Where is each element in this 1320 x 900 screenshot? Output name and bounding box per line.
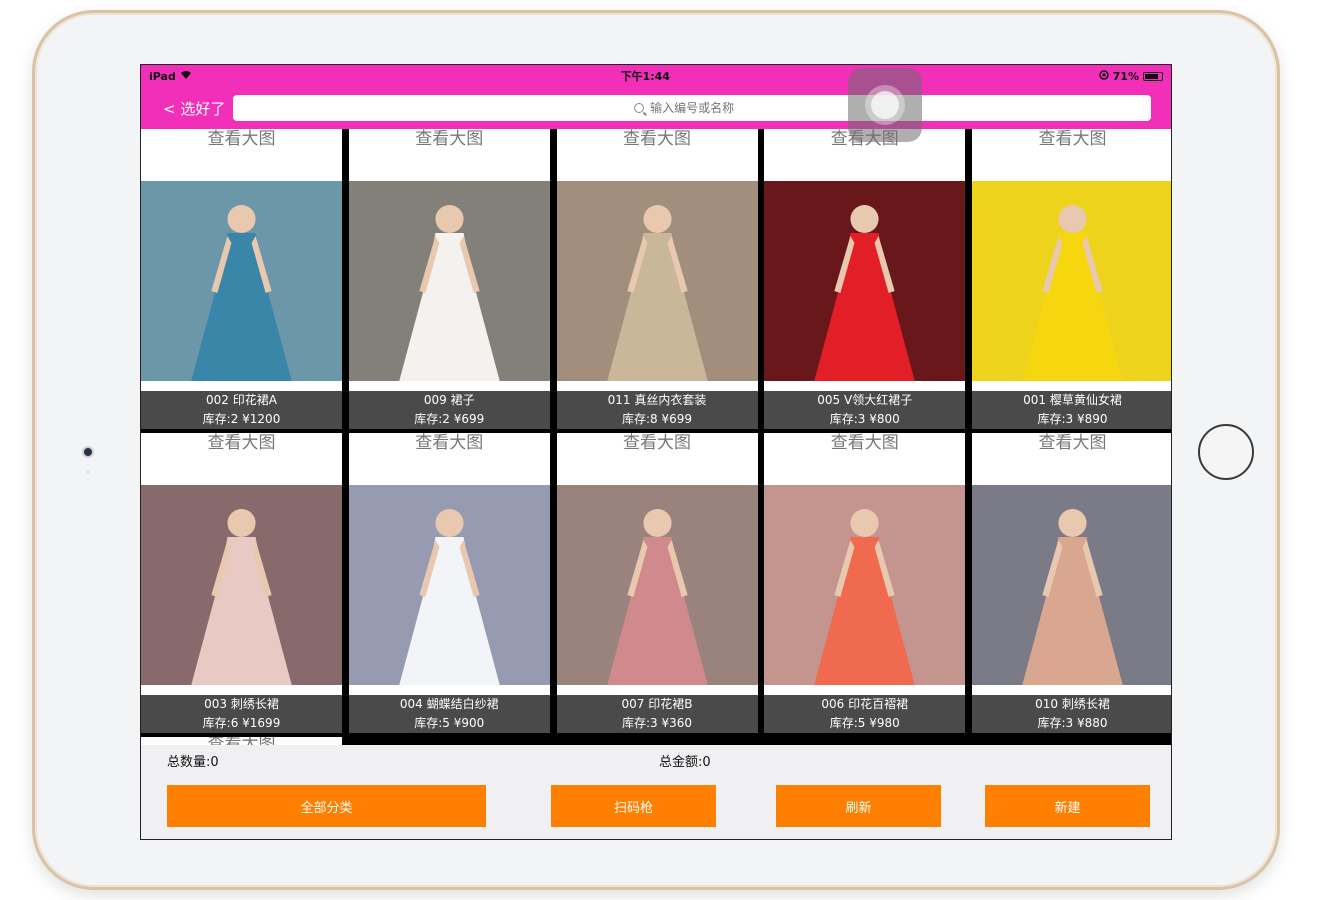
refresh-button[interactable]: 刷新 xyxy=(776,785,941,827)
product-stock-price: 库存:2 ¥699 xyxy=(414,412,485,426)
product-title: 009 裙子 xyxy=(423,393,475,407)
view-large-image-link[interactable]: 查看大图 xyxy=(557,129,758,181)
product-stock-price: 库存:6 ¥1699 xyxy=(202,716,281,730)
view-large-image-link[interactable]: 查看大图 xyxy=(972,433,1171,485)
product-stock-price: 库存:3 ¥800 xyxy=(829,412,900,426)
product-title: 002 印花裙A xyxy=(206,393,277,407)
battery-icon xyxy=(1143,71,1163,81)
all-categories-button[interactable]: 全部分类 xyxy=(167,785,486,827)
product-image[interactable] xyxy=(556,485,758,685)
product-title: 004 蝴蝶结白纱裙 xyxy=(399,697,499,711)
product-image[interactable] xyxy=(556,181,758,381)
search-box[interactable] xyxy=(233,95,1151,121)
product-stock-price: 库存:5 ¥900 xyxy=(414,716,485,730)
front-camera xyxy=(82,446,94,458)
back-button[interactable]: < 选好了 xyxy=(163,98,225,119)
battery-percent: 71% xyxy=(1112,69,1139,83)
scanner-button[interactable]: 扫码枪 xyxy=(551,785,716,827)
product-info: 007 印花裙B 库存:3 ¥360 xyxy=(556,695,758,733)
camera-sensor xyxy=(86,470,90,474)
product-info: 011 真丝内衣套装 库存:8 ¥699 xyxy=(556,391,758,429)
new-button[interactable]: 新建 xyxy=(985,785,1150,827)
product-card[interactable]: 查看大图005 V领大红裙子库存:3 ¥800 xyxy=(764,129,966,429)
search-icon xyxy=(634,103,645,113)
product-stock-price: 库存:8 ¥699 xyxy=(621,412,693,426)
product-image[interactable] xyxy=(764,181,966,381)
product-info: 005 V领大红裙子 库存:3 ¥800 xyxy=(764,391,966,429)
product-image[interactable] xyxy=(141,485,342,685)
product-image[interactable] xyxy=(972,485,1171,685)
product-title: 010 刺绣长裙 xyxy=(1035,697,1110,711)
view-large-image-link[interactable]: 查看大图 xyxy=(557,433,758,485)
device-label: iPad xyxy=(149,69,176,83)
nav-bar: < 选好了 xyxy=(141,87,1171,129)
product-info: 004 蝴蝶结白纱裙 库存:5 ¥900 xyxy=(348,695,550,733)
product-grid: 查看大图 002 印花裙A 库存:2 ¥1200 查看大图 009 裙子 库存:2 ¥69… xyxy=(141,129,1171,745)
product-card[interactable]: 查看大图 011 真丝内衣套装 库存:8 ¥699 xyxy=(556,129,758,429)
product-image[interactable] xyxy=(972,181,1171,381)
status-bar: iPad 下午1:44 71% xyxy=(141,65,1171,87)
assistive-touch-button[interactable] xyxy=(848,68,922,142)
product-stock-price: 库存:3 ¥360 xyxy=(621,716,693,730)
product-stock-price: 库存:3 ¥880 xyxy=(1037,716,1108,730)
search-input[interactable] xyxy=(650,101,751,115)
product-image[interactable] xyxy=(348,485,550,685)
product-title: 011 真丝内衣套装 xyxy=(607,393,707,407)
product-title: 005 V领大红裙子 xyxy=(817,393,913,407)
product-info: 003 刺绣长裙 库存:6 ¥1699 xyxy=(141,695,342,733)
product-title: 006 印花百褶裙 xyxy=(821,697,909,711)
product-card[interactable]: 查看大图 010 刺绣长裙 库存:3 ¥880 xyxy=(972,433,1171,733)
product-image[interactable] xyxy=(764,485,966,685)
view-large-image-link[interactable]: 查看大图 xyxy=(349,129,550,181)
footer: 总数量:0 总金额:0 全部分类 扫码枪 刷新 新建 xyxy=(141,745,1171,839)
product-card[interactable]: 查看大图 006 印花百褶裙 库存:5 ¥980 xyxy=(764,433,966,733)
view-large-image-link[interactable]: 查看大图 xyxy=(972,129,1171,181)
screen: iPad 下午1:44 71% < 选好了 查看大图 002 印花裙A 库存:2 ¥… xyxy=(140,64,1172,840)
product-image[interactable] xyxy=(141,181,342,381)
view-large-image-link[interactable]: 查看大图 xyxy=(764,433,965,485)
total-amount: 总金额:0 xyxy=(659,755,711,770)
product-card[interactable]: 查看大图 004 蝴蝶结白纱裙 库存:5 ¥900 xyxy=(348,433,550,733)
product-info: 002 印花裙A 库存:2 ¥1200 xyxy=(141,391,342,429)
product-card[interactable]: 查看大图 003 刺绣长裙 库存:6 ¥1699 xyxy=(141,433,342,733)
product-card[interactable]: 查看大图 001 樱草黄仙女裙 库存:3 ¥890 xyxy=(972,129,1171,429)
product-info: 010 刺绣长裙 库存:3 ¥880 xyxy=(972,695,1171,733)
product-info: 001 樱草黄仙女裙 库存:3 ¥890 xyxy=(972,391,1171,429)
product-image[interactable] xyxy=(348,181,550,381)
product-stock-price: 库存:2 ¥1200 xyxy=(202,412,281,426)
product-card[interactable]: 查看大图 007 印花裙B 库存:3 ¥360 xyxy=(556,433,758,733)
total-quantity: 总数量:0 xyxy=(167,755,219,770)
wifi-icon xyxy=(180,70,192,83)
view-large-image-link[interactable]: 查看大图 xyxy=(141,129,342,181)
product-stock-price: 库存:5 ¥980 xyxy=(829,716,900,730)
product-title: 007 印花裙B xyxy=(621,697,693,711)
product-card[interactable]: 查看大图 009 裙子 库存:2 ¥699 xyxy=(348,129,550,429)
product-info: 009 裙子 库存:2 ¥699 xyxy=(348,391,550,429)
orientation-lock-icon xyxy=(1098,69,1109,83)
product-info: 006 印花百褶裙 库存:5 ¥980 xyxy=(764,695,966,733)
product-title: 003 刺绣长裙 xyxy=(204,697,279,711)
view-large-image-link[interactable]: 查看大图 xyxy=(141,433,342,485)
view-large-image-link[interactable]: 查看大图 xyxy=(349,433,550,485)
product-card[interactable]: 查看大图 002 印花裙A 库存:2 ¥1200 xyxy=(141,129,342,429)
home-button[interactable] xyxy=(1198,424,1254,480)
status-time: 下午1:44 xyxy=(620,70,670,83)
product-title: 001 樱草黄仙女裙 xyxy=(1023,393,1122,407)
product-stock-price: 库存:3 ¥890 xyxy=(1037,412,1108,426)
